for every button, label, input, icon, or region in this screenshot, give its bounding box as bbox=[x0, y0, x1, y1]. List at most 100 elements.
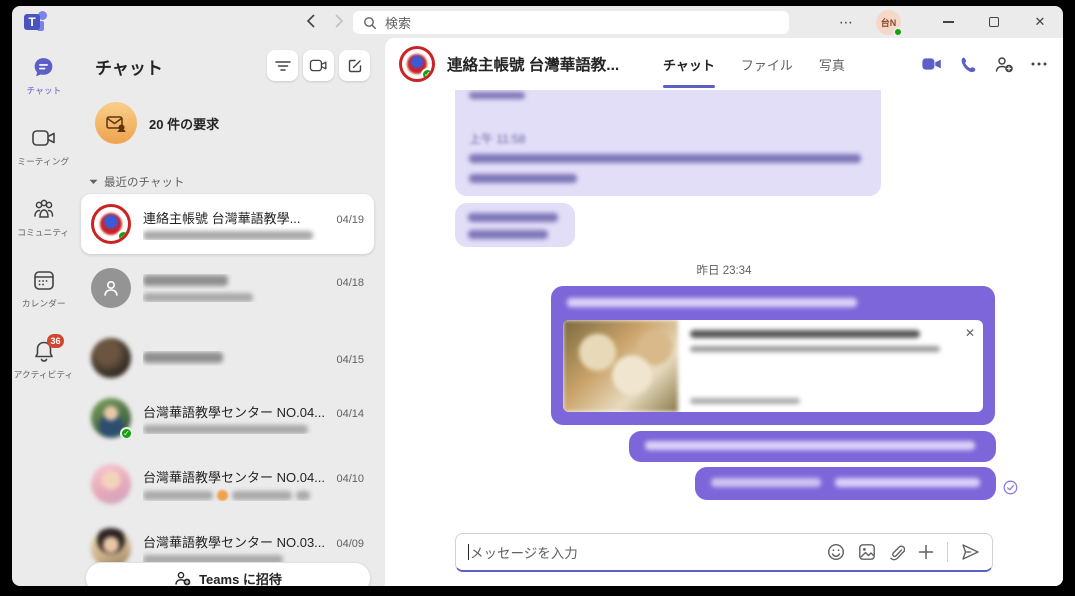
date-separator: 昨日 23:34 bbox=[385, 262, 1063, 278]
nav-forward-icon[interactable] bbox=[333, 12, 345, 30]
group-emblem-avatar: ✓ bbox=[399, 46, 435, 82]
emoji-icon bbox=[827, 543, 845, 561]
titlebar: T 検索 ⋯ 台N ✕ bbox=[12, 6, 1063, 38]
phone-icon bbox=[960, 56, 977, 73]
message-time: 上午 11:58 bbox=[469, 130, 525, 147]
send-button[interactable] bbox=[961, 543, 980, 561]
redacted-card-description bbox=[690, 346, 940, 352]
redacted-chat-name bbox=[143, 351, 328, 366]
people-group-icon bbox=[31, 196, 57, 222]
chat-date: 04/10 bbox=[336, 473, 364, 485]
close-icon[interactable]: ✕ bbox=[965, 326, 975, 340]
chat-date: 04/19 bbox=[336, 214, 364, 226]
tab-photos[interactable]: 写真 bbox=[819, 38, 845, 90]
compose-icon bbox=[347, 58, 363, 74]
chat-name: 台灣華語教學センター NO.04... bbox=[143, 467, 328, 486]
redacted-preview bbox=[296, 491, 310, 500]
tab-chat[interactable]: チャット bbox=[663, 38, 715, 90]
conversation-panel: ✓ 連絡主帳號 台灣華語教... チャット ファイル 写真 上午 11:58 bbox=[385, 38, 1063, 586]
chat-list-item[interactable]: 04/18 bbox=[81, 260, 374, 316]
close-button[interactable]: ✕ bbox=[1017, 6, 1063, 38]
section-label: 最近のチャット bbox=[104, 174, 184, 190]
app-rail: チャット ミーティング コミュニティ カレンダー 36 アクティビティ bbox=[12, 38, 75, 586]
read-receipt-icon bbox=[1003, 480, 1018, 495]
redacted-text bbox=[469, 154, 861, 163]
meet-now-button[interactable] bbox=[303, 50, 334, 81]
titlebar-more-button[interactable]: ⋯ bbox=[839, 14, 854, 31]
presence-available-icon: ✓ bbox=[120, 427, 133, 440]
link-preview-card[interactable]: ✕ bbox=[563, 320, 983, 412]
rail-item-calendar[interactable]: カレンダー bbox=[12, 267, 75, 310]
search-icon bbox=[363, 16, 377, 30]
rail-item-chat[interactable]: チャット bbox=[12, 54, 75, 97]
search-input[interactable]: 検索 bbox=[353, 11, 789, 34]
requests-envelope-icon bbox=[95, 102, 137, 144]
video-call-button[interactable] bbox=[921, 56, 943, 72]
calendar-icon bbox=[31, 267, 57, 293]
invite-label: Teams に招待 bbox=[199, 569, 282, 587]
photo-avatar bbox=[91, 464, 131, 504]
chat-date: 04/18 bbox=[336, 277, 364, 289]
more-horizontal-icon bbox=[1031, 62, 1047, 66]
chat-list-item[interactable]: 04/15 bbox=[81, 330, 374, 386]
audio-call-button[interactable] bbox=[960, 56, 977, 73]
image-icon bbox=[858, 543, 876, 561]
filter-button[interactable] bbox=[267, 50, 298, 81]
teams-window: T 検索 ⋯ 台N ✕ チャット bbox=[12, 6, 1063, 586]
new-chat-button[interactable] bbox=[339, 50, 370, 81]
rail-item-communities[interactable]: コミュニティ bbox=[12, 196, 75, 239]
chat-list-item[interactable]: ✓ 台灣華語教學センター NO.04...04/14 bbox=[81, 390, 374, 446]
more-options-button[interactable] bbox=[1031, 62, 1047, 66]
redacted-preview bbox=[232, 491, 292, 500]
chat-requests-row[interactable]: 20 件の要求 bbox=[95, 102, 219, 144]
add-more-button[interactable] bbox=[918, 544, 934, 560]
person-add-icon bbox=[174, 571, 191, 586]
sent-message bbox=[695, 467, 996, 500]
attach-image-button[interactable] bbox=[858, 543, 876, 561]
chat-list-item-selected[interactable]: ✓ 連絡主帳號 台灣華語教學...04/19 bbox=[81, 194, 374, 254]
emoji-button[interactable] bbox=[827, 543, 845, 561]
rail-item-label: コミュニティ bbox=[18, 226, 70, 239]
rail-item-meetings[interactable]: ミーティング bbox=[12, 125, 75, 168]
redacted-text bbox=[469, 174, 577, 183]
chat-list-item[interactable]: 台灣華語教學センター NO.04... 04/10 bbox=[81, 456, 374, 512]
redacted-preview bbox=[143, 425, 308, 434]
redacted-text bbox=[468, 213, 558, 222]
redacted-text bbox=[711, 478, 821, 487]
maximize-button[interactable] bbox=[971, 6, 1017, 38]
recent-chats-section[interactable]: 最近のチャット bbox=[89, 174, 184, 190]
link-preview-image bbox=[563, 320, 678, 412]
message-input[interactable]: メッセージを入力 bbox=[455, 533, 993, 572]
divider bbox=[947, 542, 948, 562]
chat-name: 台灣華語教學センター NO.03... bbox=[143, 532, 328, 551]
teams-logo-icon: T bbox=[24, 11, 48, 33]
add-people-button[interactable] bbox=[994, 56, 1014, 73]
bell-icon: 36 bbox=[31, 338, 57, 364]
tab-files[interactable]: ファイル bbox=[741, 38, 793, 90]
redacted-text bbox=[469, 92, 525, 99]
filter-icon bbox=[275, 59, 291, 73]
chat-date: 04/14 bbox=[336, 408, 364, 420]
redacted-card-title bbox=[690, 330, 920, 338]
presence-available-icon: ✓ bbox=[421, 68, 434, 81]
minimize-button[interactable] bbox=[925, 6, 971, 38]
rail-item-label: ミーティング bbox=[18, 155, 70, 168]
received-message: 上午 11:58 bbox=[455, 90, 881, 196]
video-camera-icon bbox=[921, 56, 943, 72]
redacted-link bbox=[835, 478, 980, 487]
chat-list-title: チャット bbox=[95, 54, 163, 79]
photo-avatar: ✓ bbox=[91, 398, 131, 438]
conversation-title: 連絡主帳號 台灣華語教... bbox=[447, 53, 619, 75]
message-list[interactable]: 上午 11:58 昨日 23:34 ✕ bbox=[385, 90, 1063, 530]
nav-back-icon[interactable] bbox=[305, 12, 317, 30]
rail-item-activity[interactable]: 36 アクティビティ bbox=[12, 338, 75, 381]
received-message bbox=[455, 203, 575, 247]
redacted-preview bbox=[143, 293, 253, 302]
attach-file-button[interactable] bbox=[889, 543, 905, 561]
emoji-icon bbox=[217, 490, 228, 501]
invite-to-teams-button[interactable]: Teams に招待 bbox=[85, 562, 371, 586]
profile-avatar[interactable]: 台N bbox=[876, 10, 901, 35]
redacted-text bbox=[468, 230, 548, 239]
rail-item-label: カレンダー bbox=[22, 297, 66, 310]
person-add-icon bbox=[994, 56, 1014, 73]
